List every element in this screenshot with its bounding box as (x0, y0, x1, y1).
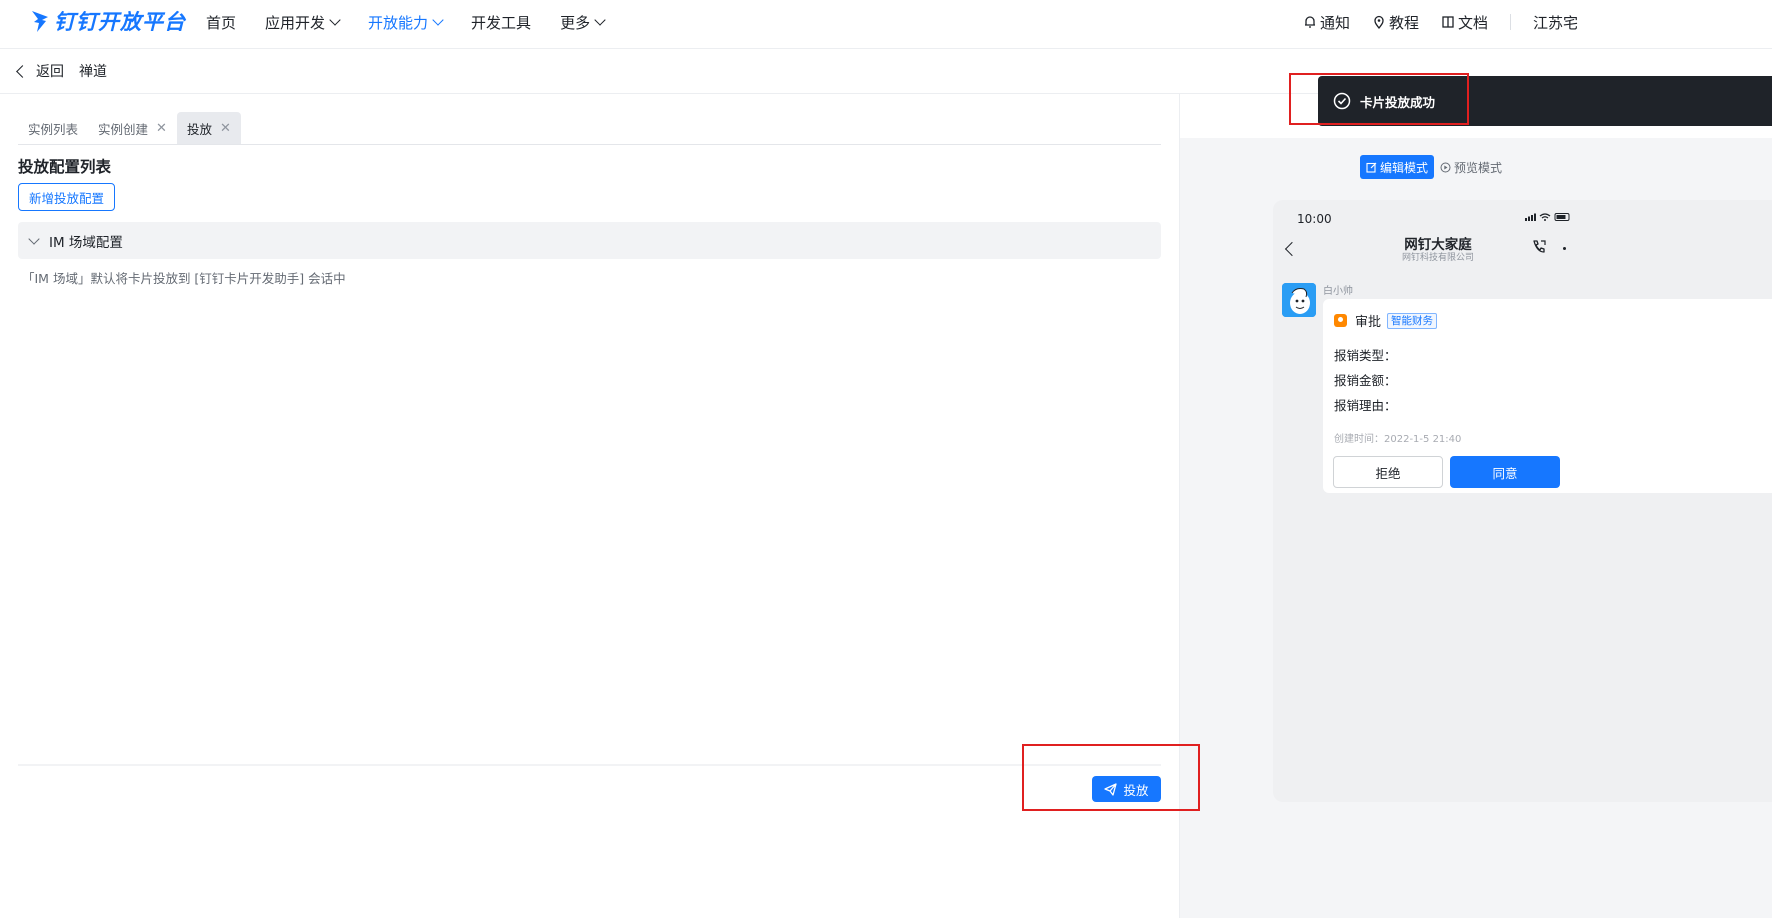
edit-icon (1366, 162, 1377, 173)
check-circle-icon (1333, 92, 1351, 110)
bell-icon (1305, 16, 1315, 28)
dingtalk-logo-icon (32, 11, 48, 32)
divider (1510, 14, 1512, 30)
field-expense-type: 报销类型： (1334, 348, 1397, 363)
success-toast: 卡片投放成功 (1318, 76, 1772, 126)
nav-item-more[interactable]: 更多 (560, 12, 606, 33)
org-switcher[interactable]: 江苏宅 (1533, 12, 1578, 33)
collapse-label: IM 场域配置 (49, 234, 123, 251)
card-app-name: 审批 (1355, 315, 1382, 330)
location-pin-icon (1374, 15, 1384, 29)
card-header: 审批 智能财务 (1334, 311, 1438, 330)
chevron-down-icon (28, 232, 40, 245)
notify-link[interactable]: 通知 (1303, 12, 1350, 33)
tab-bar: 实例列表 实例创建 ✕ 投放 ✕ (18, 112, 1161, 145)
docs-link[interactable]: 文档 (1441, 12, 1488, 33)
unicorn-avatar-icon (1282, 283, 1316, 317)
tab-deliver[interactable]: 投放 ✕ (176, 112, 241, 144)
chevron-down-icon (594, 13, 606, 26)
avatar (1282, 283, 1316, 317)
toast-message: 卡片投放成功 (1360, 94, 1436, 110)
preview-mode-button[interactable]: 预览模式 (1434, 155, 1508, 179)
page-title: 禅道 (79, 64, 107, 80)
back-button[interactable]: 返回 (16, 61, 64, 81)
phone-mockup: 10:00 网钉大家庭 网钉科技有限公司 白小帅 审批 智能财务 报销类型： 报… (1273, 200, 1772, 802)
tab-instance-create[interactable]: 实例创建 ✕ (88, 112, 177, 144)
play-circle-icon (1440, 162, 1451, 172)
field-expense-reason: 报销理由： (1334, 398, 1397, 413)
agree-button[interactable]: 同意 (1450, 456, 1560, 488)
approval-card: 审批 智能财务 报销类型： 报销金额： 报销理由： 创建时间：2022-1-5 … (1323, 299, 1772, 493)
send-plane-icon (1104, 782, 1118, 796)
phone-call-icon[interactable] (1531, 239, 1547, 255)
signal-wifi-battery-icon (1525, 213, 1570, 221)
status-time: 10:00 (1297, 212, 1332, 226)
send-button[interactable]: 投放 (1092, 776, 1161, 802)
tutorial-link[interactable]: 教程 (1372, 12, 1419, 33)
close-icon[interactable]: ✕ (156, 121, 167, 136)
preview-panel: 编辑模式 预览模式 10:00 网钉大家庭 网钉科技有限公司 白小帅 审批 智能… (1180, 94, 1772, 918)
field-expense-amount: 报销金额： (1334, 373, 1397, 388)
approval-app-icon (1334, 314, 1347, 327)
add-config-button[interactable]: 新增投放配置 (18, 183, 116, 211)
chevron-left-icon (16, 65, 29, 78)
mode-switch: 编辑模式 预览模式 (1360, 155, 1508, 179)
section-title: 投放配置列表 (18, 158, 112, 176)
nav-item-app-dev[interactable]: 应用开发 (265, 12, 341, 33)
im-config-collapse[interactable]: IM 场域配置 (18, 222, 1161, 259)
edit-mode-button[interactable]: 编辑模式 (1360, 155, 1435, 179)
brand-name: 钉钉开放平台 (54, 10, 186, 34)
chevron-down-icon (432, 13, 444, 26)
main-nav: 首页 应用开发 开放能力 开发工具 更多 (206, 0, 633, 44)
chat-subtitle: 网钉科技有限公司 (1401, 253, 1474, 263)
card-tag: 智能财务 (1387, 312, 1438, 329)
close-icon[interactable]: ✕ (220, 121, 231, 136)
nav-item-home[interactable]: 首页 (206, 12, 236, 33)
nav-item-open-capability[interactable]: 开放能力 (368, 12, 444, 33)
top-navigation: 钉钉开放平台 首页 应用开发 开放能力 开发工具 更多 通知 教程 文档 江苏宅 (0, 0, 1772, 49)
nav-right: 通知 教程 文档 江苏宅 (1303, 0, 1600, 44)
chevron-down-icon (329, 13, 341, 26)
created-time: 创建时间：2022-1-5 21:40 (1334, 434, 1462, 445)
reject-button[interactable]: 拒绝 (1333, 456, 1443, 488)
im-config-description: 「IM 场域」默认将卡片投放到 [钉钉卡片开发助手] 会话中 (22, 271, 346, 286)
sender-name: 白小帅 (1323, 286, 1353, 297)
brand-logo[interactable]: 钉钉开放平台 (30, 6, 186, 36)
tab-instance-list[interactable]: 实例列表 (18, 112, 88, 144)
divider (18, 764, 1161, 766)
nav-item-dev-tools[interactable]: 开发工具 (471, 12, 531, 33)
more-icon[interactable] (1563, 247, 1566, 250)
book-icon (1442, 16, 1454, 28)
config-panel: 实例列表 实例创建 ✕ 投放 ✕ 投放配置列表 新增投放配置 IM 场域配置 「IM… (0, 94, 1180, 918)
